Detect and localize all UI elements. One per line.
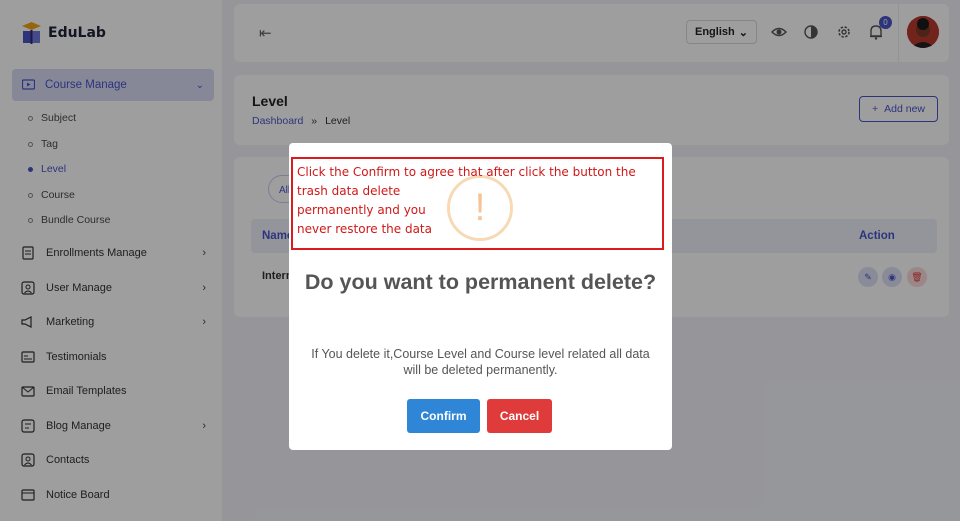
- modal-message: If You delete it,Course Level and Course…: [311, 347, 650, 377]
- modal-title: Do you want to permanent delete?: [304, 270, 657, 294]
- annotation-text: Click the Confirm to agree that after cl…: [297, 165, 636, 236]
- cancel-button[interactable]: Cancel: [487, 399, 552, 433]
- annotation-box: Click the Confirm to agree that after cl…: [291, 157, 664, 250]
- confirm-button[interactable]: Confirm: [407, 399, 480, 433]
